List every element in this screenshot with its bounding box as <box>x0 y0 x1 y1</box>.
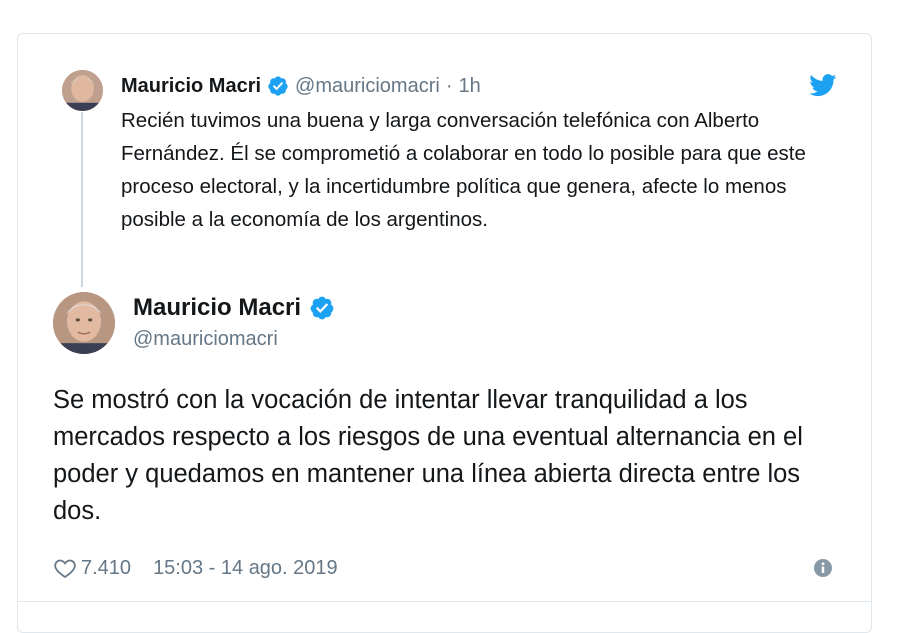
quoted-author-avatar[interactable] <box>62 70 103 111</box>
thread-connector-line <box>81 112 83 287</box>
main-author-avatar[interactable] <box>53 292 115 354</box>
main-author-name-row: Mauricio Macri <box>133 294 341 322</box>
info-icon[interactable] <box>813 558 833 578</box>
main-author-handle[interactable]: @mauriciomacri <box>133 328 278 351</box>
verified-badge-icon <box>309 295 335 321</box>
twitter-bird-icon[interactable] <box>809 74 837 97</box>
main-tweet-text: Se mostró con la vocación de intentar ll… <box>53 386 803 525</box>
quoted-tweet-text: Recién tuvimos una buena y larga convers… <box>121 109 806 231</box>
heart-icon[interactable] <box>53 556 77 580</box>
main-author-name[interactable]: Mauricio Macri <box>133 294 301 322</box>
tweet-footer: 7.410 15:03 - 14 ago. 2019 <box>53 553 338 583</box>
header-separator: · <box>445 74 453 97</box>
like-count[interactable]: 7.410 <box>81 557 131 580</box>
quoted-author-handle[interactable]: @mauriciomacri <box>295 75 440 98</box>
quoted-tweet-header: Mauricio Macri @mauriciomacri · 1h <box>121 73 481 99</box>
verified-badge-icon <box>267 75 289 97</box>
quoted-author-name[interactable]: Mauricio Macri <box>121 75 261 98</box>
card-divider <box>17 601 872 602</box>
quoted-tweet-time[interactable]: 1h <box>458 75 480 98</box>
tweet-timestamp[interactable]: 15:03 - 14 ago. 2019 <box>153 557 338 580</box>
